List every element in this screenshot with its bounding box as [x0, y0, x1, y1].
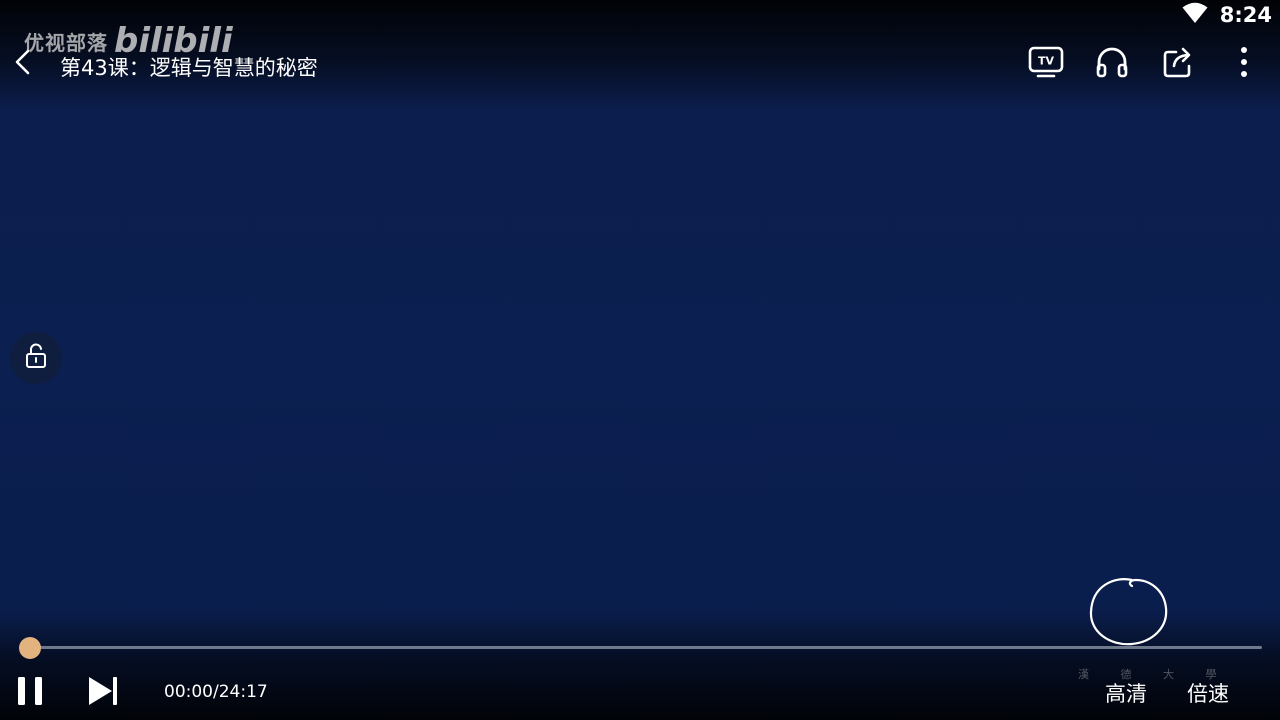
screen-lock-button[interactable]: [10, 332, 62, 384]
svg-text:TV: TV: [1038, 55, 1055, 68]
status-time: 8:24: [1219, 3, 1272, 27]
more-vertical-icon: [1239, 46, 1249, 82]
share-icon: [1162, 45, 1194, 83]
time-display: 00:00/24:17: [164, 682, 268, 702]
video-content-circle: [1086, 574, 1172, 654]
back-button[interactable]: [8, 46, 38, 82]
pause-icon: [14, 674, 46, 712]
headphones-icon: [1095, 45, 1129, 83]
tv-cast-button[interactable]: TV: [1026, 44, 1066, 84]
progress-thumb[interactable]: [19, 637, 41, 659]
tv-cast-icon: TV: [1028, 45, 1064, 83]
progress-track[interactable]: [30, 646, 1262, 649]
video-title: 第43课：逻辑与智慧的秘密: [60, 56, 318, 80]
more-options-button[interactable]: [1224, 44, 1264, 84]
status-bar: 8:24: [1182, 0, 1280, 30]
pause-button[interactable]: [12, 674, 48, 712]
skip-next-icon: [86, 674, 120, 712]
top-actions: TV: [1026, 44, 1264, 84]
unlock-icon: [24, 343, 48, 373]
quality-button[interactable]: 高清: [1105, 678, 1147, 708]
audio-only-button[interactable]: [1092, 44, 1132, 84]
share-button[interactable]: [1158, 44, 1198, 84]
back-arrow-icon: [13, 48, 33, 80]
video-player-screen: 8:24 优视部落 bilibili 第43课：逻辑与智慧的秘密 TV 漢 德 …: [0, 0, 1280, 720]
next-episode-button[interactable]: [84, 674, 122, 712]
wifi-icon: [1182, 2, 1208, 28]
speed-button[interactable]: 倍速: [1187, 678, 1229, 708]
